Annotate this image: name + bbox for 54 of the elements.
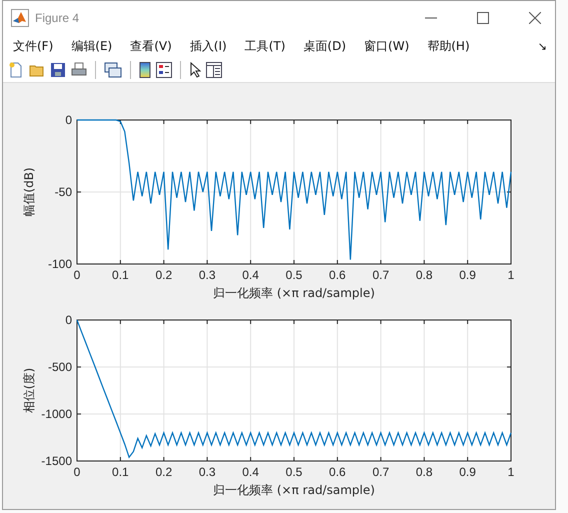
menu-item[interactable]: 桌面(D) [303,38,346,54]
tick-label: 1 [508,465,514,479]
tick-label: 0.2 [155,268,172,282]
property-panel-icon[interactable] [206,62,222,78]
menu-item[interactable]: 工具(T) [244,38,286,54]
axis-label: 归一化频率 (×π rad/sample) [213,483,375,497]
tick-label: 0.3 [198,465,216,479]
menu-item[interactable]: 查看(V) [130,38,172,54]
tick-label: 0.9 [459,465,476,479]
tick-label: -100 [48,257,72,271]
tick-label: -1000 [41,407,72,421]
tick-label: 0 [74,268,80,282]
tick-label: -500 [48,360,72,374]
tick-label: 0.1 [112,465,129,479]
maximize-icon[interactable] [477,12,489,24]
axis-label: 归一化频率 (×π rad/sample) [213,286,375,300]
linked-windows-icon[interactable] [104,62,122,78]
new-file-icon[interactable] [8,62,24,78]
tick-label: 0 [74,465,80,479]
matlab-logo-icon [11,8,29,26]
tick-label: 0.4 [242,465,259,479]
tick-label: 1 [508,268,514,282]
menu-item[interactable]: 窗口(W) [364,38,410,54]
legend-icon[interactable] [156,62,172,78]
tick-label: 0.5 [286,465,302,479]
tick-label: 0.1 [112,268,129,282]
axis-label: 幅值(dB) [22,167,36,217]
save-icon[interactable] [50,62,66,78]
tick-label: 0.9 [459,268,476,282]
tick-label: 0.8 [416,465,433,479]
window-title: Figure 4 [35,10,80,24]
printer-icon[interactable] [71,62,87,78]
dock-arrow[interactable]: ↘ [538,40,547,52]
tick-label: 0.2 [155,465,172,479]
menu-item[interactable]: 插入(I) [190,38,227,54]
tick-label: 0.7 [372,465,390,479]
axis-label: 相位(度) [22,368,36,414]
menu-item[interactable]: 编辑(E) [71,38,112,54]
tick-label: 0 [65,113,72,127]
tick-label: -50 [54,185,72,199]
tick-label: 0.7 [372,268,390,282]
tick-label: -1500 [41,454,72,468]
close-icon[interactable] [529,12,541,24]
tick-label: 0.3 [198,268,216,282]
tick-label: 0.5 [286,268,302,282]
pointer-icon[interactable] [189,62,201,78]
colorbar-icon[interactable] [139,62,151,78]
tick-label: 0.4 [242,268,259,282]
tick-label: 0.8 [416,268,433,282]
menu-item[interactable]: 文件(F) [13,38,54,54]
menu-item[interactable]: 帮助(H) [427,38,470,54]
tick-label: 0.6 [329,268,346,282]
tick-label: 0 [65,313,72,327]
tick-label: 0.6 [329,465,346,479]
